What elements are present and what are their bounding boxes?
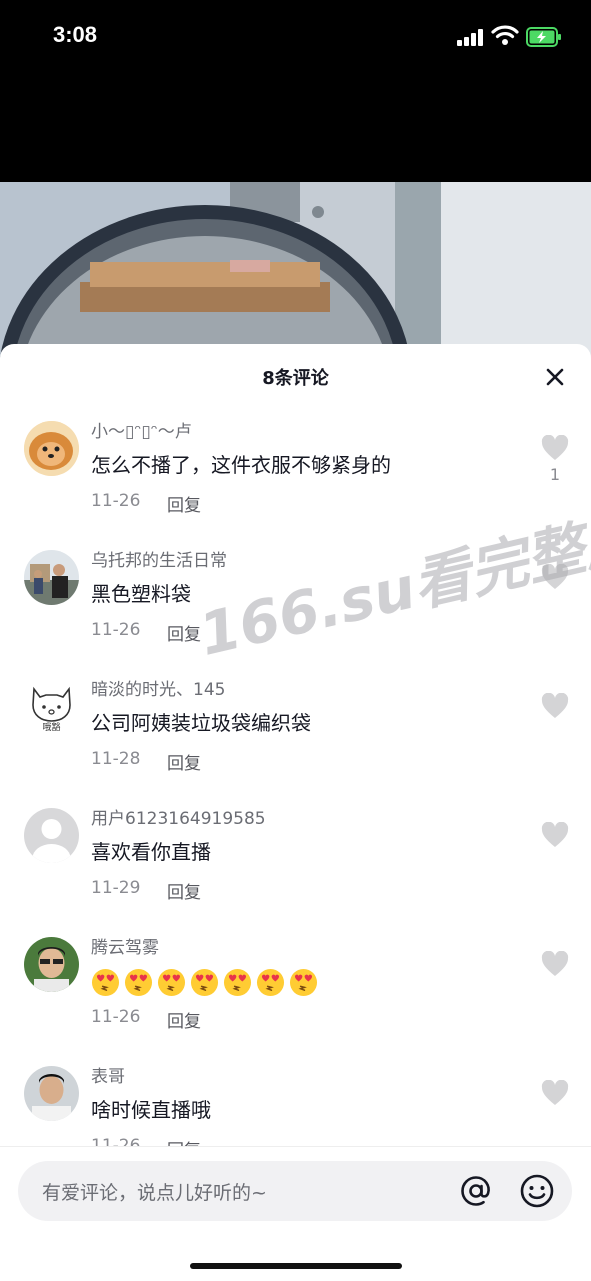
comment-input-placeholder: 有爱评论，说点儿好听的~ bbox=[42, 1182, 267, 1204]
comment-count-title: 8条评论 bbox=[262, 368, 329, 389]
heart-eyes-emoji-icon bbox=[124, 968, 153, 997]
comment-username[interactable]: 腾云驾雾 bbox=[91, 933, 159, 958]
comment-username[interactable]: 暗淡的时光、145 bbox=[91, 675, 225, 700]
heart-icon[interactable] bbox=[541, 693, 569, 719]
avatar[interactable] bbox=[24, 550, 79, 605]
reply-button[interactable]: 回复 bbox=[167, 620, 201, 645]
avatar[interactable] bbox=[24, 937, 79, 992]
reply-button[interactable]: 回复 bbox=[167, 878, 201, 903]
heart-icon[interactable] bbox=[541, 1080, 569, 1106]
comment-emoji-row bbox=[91, 968, 318, 1002]
comment-date: 11-26 bbox=[91, 491, 141, 511]
avatar-caption: 哦豁 bbox=[42, 723, 61, 733]
comment-date: 11-26 bbox=[91, 1007, 141, 1027]
status-bar: 3:08 bbox=[0, 0, 591, 80]
comment-item: 哦豁 暗淡的时光、145 公司阿姨装垃圾袋编织袋 11-28 回复 bbox=[0, 679, 591, 808]
comment-text: 黑色塑料袋 bbox=[91, 582, 191, 606]
comment-date: 11-26 bbox=[91, 620, 141, 640]
comment-username[interactable]: 乌托邦的生活日常 bbox=[91, 546, 227, 571]
comment-sheet: 8条评论 小～▯ᵔ▯ᵔ～卢 怎么不播了，这件衣服不够紧身的 11-26 回复 1 bbox=[0, 344, 591, 1280]
wifi-icon bbox=[491, 25, 519, 45]
comment-date: 11-29 bbox=[91, 878, 141, 898]
avatar[interactable] bbox=[24, 421, 79, 476]
comment-input-bar: 有爱评论，说点儿好听的~ bbox=[0, 1146, 591, 1281]
heart-icon[interactable] bbox=[541, 822, 569, 848]
home-indicator[interactable] bbox=[190, 1263, 402, 1269]
comment-text: 怎么不播了，这件衣服不够紧身的 bbox=[91, 453, 391, 477]
heart-eyes-emoji-icon bbox=[91, 968, 120, 997]
comment-input[interactable]: 有爱评论，说点儿好听的~ bbox=[18, 1161, 572, 1221]
video-preview[interactable] bbox=[0, 182, 591, 362]
signal-icon bbox=[457, 28, 485, 46]
comment-text: 喜欢看你直播 bbox=[91, 840, 211, 864]
heart-icon[interactable] bbox=[541, 951, 569, 977]
reply-button[interactable]: 回复 bbox=[167, 491, 201, 516]
avatar[interactable] bbox=[24, 1066, 79, 1121]
comment-item: 腾云驾雾 11-26 回复 bbox=[0, 937, 591, 1066]
status-time: 3:08 bbox=[53, 22, 98, 47]
heart-eyes-emoji-icon bbox=[289, 968, 318, 997]
heart-eyes-emoji-icon bbox=[190, 968, 219, 997]
close-icon[interactable] bbox=[538, 360, 572, 394]
video-frame bbox=[0, 182, 591, 362]
heart-eyes-emoji-icon bbox=[157, 968, 186, 997]
comment-username[interactable]: 小～▯ᵔ▯ᵔ～卢 bbox=[91, 417, 192, 442]
avatar[interactable] bbox=[24, 808, 79, 863]
avatar[interactable]: 哦豁 bbox=[24, 679, 79, 734]
reply-button[interactable]: 回复 bbox=[167, 1007, 201, 1032]
emoji-icon[interactable] bbox=[519, 1173, 555, 1209]
comment-text: 啥时候直播哦 bbox=[91, 1098, 211, 1122]
heart-eyes-emoji-icon bbox=[256, 968, 285, 997]
comment-date: 11-28 bbox=[91, 749, 141, 769]
reply-button[interactable]: 回复 bbox=[167, 749, 201, 774]
comment-username[interactable]: 表哥 bbox=[91, 1062, 125, 1087]
comment-username[interactable]: 用户6123164919585 bbox=[91, 804, 266, 829]
comment-item: 用户6123164919585 喜欢看你直播 11-29 回复 bbox=[0, 808, 591, 937]
comment-text: 公司阿姨装垃圾袋编织袋 bbox=[91, 711, 311, 735]
at-icon[interactable] bbox=[458, 1173, 494, 1209]
heart-icon[interactable] bbox=[541, 435, 569, 461]
like-count: 1 bbox=[549, 465, 561, 484]
heart-eyes-emoji-icon bbox=[223, 968, 252, 997]
battery-charging-icon bbox=[526, 27, 561, 47]
